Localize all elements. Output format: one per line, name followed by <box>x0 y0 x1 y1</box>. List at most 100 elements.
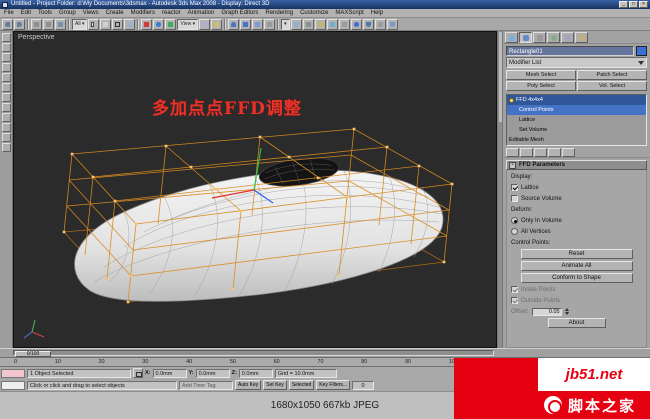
only-in-volume-radio[interactable] <box>511 217 518 224</box>
make-unique-icon[interactable] <box>534 148 547 157</box>
reactor-toolbar-button[interactable] <box>2 123 11 132</box>
menu-item-rendering[interactable]: Rendering <box>265 10 293 16</box>
render-type-icon[interactable] <box>375 19 386 30</box>
quick-render-icon[interactable] <box>387 19 398 30</box>
menu-item-customize[interactable]: Customize <box>300 10 328 16</box>
select-rotate-icon[interactable] <box>153 19 164 30</box>
select-object-icon[interactable] <box>88 19 99 30</box>
auto-key-button[interactable]: Auto Key <box>235 380 261 390</box>
reactor-toolbar-button[interactable] <box>2 133 11 142</box>
menu-item-tools[interactable]: Tools <box>38 10 52 16</box>
menu-item-help[interactable]: Help <box>371 10 383 16</box>
reactor-toolbar-button[interactable] <box>2 83 11 92</box>
maxscript-mini-listener[interactable] <box>1 369 25 378</box>
poly-select-button[interactable]: Poly Select <box>506 81 576 91</box>
time-tag-field[interactable]: Add Time Tag <box>179 381 233 390</box>
about-button[interactable]: About <box>548 318 606 328</box>
render-scene-icon[interactable] <box>363 19 374 30</box>
material-editor-icon[interactable] <box>351 19 362 30</box>
stack-item-editable-mesh[interactable]: Editable Mesh <box>507 135 646 145</box>
use-pivot-center-icon[interactable] <box>199 19 210 30</box>
viewport-perspective[interactable]: Perspective <box>13 31 497 348</box>
menu-item-graph-editors[interactable]: Graph Editors <box>221 10 258 16</box>
menu-item-modifiers[interactable]: Modifiers <box>131 10 155 16</box>
align-icon[interactable] <box>303 19 314 30</box>
angle-snap-icon[interactable] <box>240 19 251 30</box>
x-coord-field[interactable]: 0.0mm <box>153 369 187 378</box>
set-key-button[interactable]: Set Key <box>263 380 287 390</box>
reactor-toolbar-button[interactable] <box>2 143 11 152</box>
all-vertices-radio[interactable] <box>511 228 518 235</box>
inside-points-checkbox[interactable] <box>511 286 518 293</box>
selection-region-icon[interactable] <box>112 19 123 30</box>
animate-all-button[interactable]: Animate All <box>521 261 633 271</box>
bind-space-warp-icon[interactable] <box>55 19 66 30</box>
time-slider-handle[interactable]: 0/100 <box>15 351 51 357</box>
show-end-result-icon[interactable] <box>520 148 533 157</box>
select-link-icon[interactable] <box>31 19 42 30</box>
z-coord-field[interactable]: 0.0mm <box>239 369 273 378</box>
time-slider-groove[interactable]: 0/100 <box>13 350 494 356</box>
collapse-rollout-icon[interactable]: - <box>509 162 516 169</box>
maxscript-listener-input[interactable] <box>1 381 25 390</box>
stack-item-ffd[interactable]: FFD 4x4x4 <box>507 95 646 105</box>
mesh-select-button[interactable]: Mesh Select <box>506 70 576 80</box>
mirror-icon[interactable] <box>291 19 302 30</box>
maximize-button[interactable]: □ <box>629 1 638 8</box>
vol-select-button[interactable]: Vol. Select <box>577 81 647 91</box>
reactor-toolbar-button[interactable] <box>2 93 11 102</box>
selection-filter-dropdown[interactable]: All ▾ <box>72 19 87 30</box>
menu-item-views[interactable]: Views <box>83 10 99 16</box>
key-filters-button[interactable]: Key Filters... <box>316 380 350 390</box>
modifier-enabled-icon[interactable] <box>509 98 514 103</box>
remove-modifier-icon[interactable] <box>548 148 561 157</box>
selection-set-dropdown[interactable]: Selected <box>289 380 314 390</box>
modify-tab-icon[interactable] <box>519 32 532 43</box>
curve-editor-icon[interactable] <box>327 19 338 30</box>
reactor-toolbar-button[interactable] <box>2 113 11 122</box>
pin-stack-icon[interactable] <box>506 148 519 157</box>
stack-item-control-points[interactable]: Control Points <box>507 105 646 115</box>
patch-select-button[interactable]: Patch Select <box>577 70 647 80</box>
menu-item-edit[interactable]: Edit <box>21 10 31 16</box>
stack-item-lattice[interactable]: Lattice <box>507 115 646 125</box>
outside-points-checkbox[interactable] <box>511 297 518 304</box>
select-scale-icon[interactable] <box>165 19 176 30</box>
reactor-toolbar-button[interactable] <box>2 103 11 112</box>
menu-item-create[interactable]: Create <box>106 10 124 16</box>
minimize-button[interactable]: _ <box>619 1 628 8</box>
reset-button[interactable]: Reset <box>521 249 633 259</box>
current-frame-field[interactable]: 0 <box>352 381 374 390</box>
menu-item-group[interactable]: Group <box>59 10 76 16</box>
viewport-scene[interactable] <box>14 32 497 348</box>
object-name-field[interactable]: Rectangle01 <box>506 46 634 56</box>
menu-item-file[interactable]: File <box>4 10 14 16</box>
create-tab-icon[interactable] <box>505 32 518 43</box>
menu-item-reactor[interactable]: reactor <box>162 10 181 16</box>
reference-coordinate-dropdown[interactable]: View ▾ <box>177 19 198 30</box>
reactor-toolbar-button[interactable] <box>2 73 11 82</box>
named-selection-sets-dropdown[interactable]: ▾ <box>281 19 290 30</box>
menu-item-animation[interactable]: Animation <box>188 10 215 16</box>
time-slider[interactable]: 0/100 <box>0 348 650 358</box>
offset-spinner[interactable] <box>565 308 569 315</box>
snap-toggle-icon[interactable] <box>228 19 239 30</box>
layer-manager-icon[interactable] <box>315 19 326 30</box>
lattice-checkbox[interactable] <box>511 184 518 191</box>
unlink-icon[interactable] <box>43 19 54 30</box>
reactor-toolbar-button[interactable] <box>2 33 11 42</box>
conform-to-shape-button[interactable]: Conform to Shape <box>521 273 633 283</box>
undo-icon[interactable] <box>2 19 13 30</box>
select-move-icon[interactable] <box>141 19 152 30</box>
schematic-view-icon[interactable] <box>339 19 350 30</box>
source-volume-checkbox[interactable] <box>511 195 518 202</box>
configure-modifier-sets-icon[interactable] <box>562 148 575 157</box>
hierarchy-tab-icon[interactable] <box>533 32 546 43</box>
object-color-swatch[interactable] <box>636 46 647 56</box>
redo-icon[interactable] <box>14 19 25 30</box>
y-coord-field[interactable]: 0.0mm <box>196 369 230 378</box>
reactor-toolbar-button[interactable] <box>2 63 11 72</box>
ffd-parameters-rollout-header[interactable]: - FFD Parameters <box>506 160 647 170</box>
reactor-toolbar-button[interactable] <box>2 53 11 62</box>
window-crossing-icon[interactable] <box>124 19 135 30</box>
